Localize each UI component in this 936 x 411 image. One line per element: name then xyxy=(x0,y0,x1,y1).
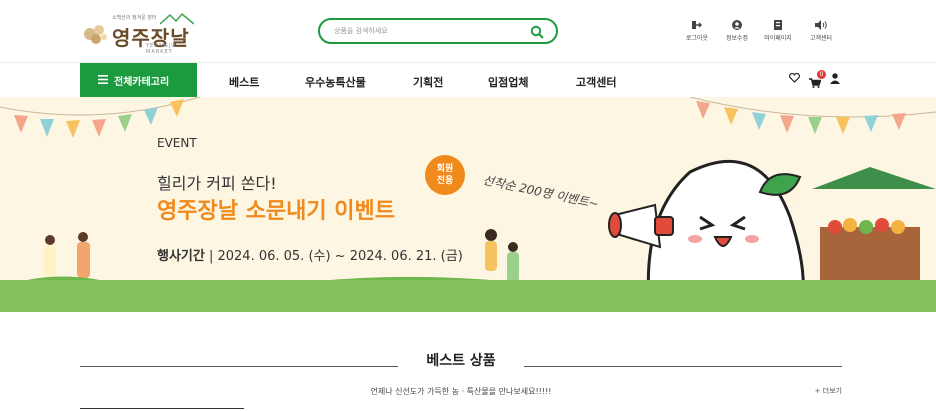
site-logo[interactable]: 소백산의 정겨운 장터 영주장날 YEONGJU MARKET xyxy=(80,10,200,55)
cart-count-badge: 0 xyxy=(817,70,826,79)
top-header: 소백산의 정겨운 장터 영주장날 YEONGJU MARKET 상품을 검색하세… xyxy=(0,0,936,62)
event-banner[interactable]: EVENT 힐리가 커피 쏜다! 영주장날 소문내기 이벤트 행사기간 | 20… xyxy=(0,97,936,312)
nav-item-specialty[interactable]: 우수농특산물 xyxy=(305,74,366,90)
util-label: 로그아웃 xyxy=(685,35,709,42)
user-icon xyxy=(732,20,742,30)
edit-profile-button[interactable]: 정보수정 xyxy=(716,20,758,42)
util-label: 정보수정 xyxy=(725,35,749,42)
hamburger-icon xyxy=(98,75,108,84)
nav-item-customer-center[interactable]: 고객센터 xyxy=(576,74,616,90)
logout-button[interactable]: 로그아웃 xyxy=(676,20,718,42)
main-nav: 전체카테고리 베스트 우수농특산물 기획전 입점업체 고객센터 0 xyxy=(0,62,936,98)
all-categories-label: 전체카테고리 xyxy=(114,77,170,88)
banner-ground xyxy=(0,280,936,312)
banner-event-label: EVENT xyxy=(157,136,197,150)
more-link[interactable]: + 더보기 xyxy=(815,386,842,396)
customer-center-button[interactable]: 고객센터 xyxy=(800,20,842,42)
util-label: 고객센터 xyxy=(809,35,833,42)
logo-mountain-icon xyxy=(160,12,194,25)
section-subtitle: 언제나 신선도가 가득한 농 · 특산물을 만나보세요!!!!! xyxy=(370,387,552,396)
tab-underline xyxy=(80,408,244,409)
mypage-icon xyxy=(774,20,782,30)
period-label: 행사기간 xyxy=(157,249,205,264)
section-title: 베스트 상품 xyxy=(426,353,496,369)
banner-title: 영주장날 소문내기 이벤트 xyxy=(157,199,395,224)
speaker-icon xyxy=(815,20,827,30)
nav-item-best[interactable]: 베스트 xyxy=(229,74,259,90)
cart-button[interactable]: 0 xyxy=(809,70,826,88)
banner-headline: 힐리가 커피 쏜다! xyxy=(157,174,277,193)
util-label: 마이페이지 xyxy=(764,35,792,42)
heart-icon[interactable] xyxy=(789,73,800,83)
logo-tagline: 소백산의 정겨운 장터 xyxy=(112,15,157,21)
search-bar[interactable]: 상품을 검색하세요 xyxy=(318,18,558,44)
title-divider-right xyxy=(524,366,842,367)
nav-item-exhibition[interactable]: 기획전 xyxy=(413,74,443,90)
mypage-button[interactable]: 마이페이지 xyxy=(757,20,799,42)
logout-icon xyxy=(692,21,702,29)
banner-period: 행사기간 | 2024. 06. 05. (수) ~ 2024. 06. 21.… xyxy=(157,245,463,264)
nav-item-vendors[interactable]: 입점업체 xyxy=(488,74,528,90)
period-value: | 2024. 06. 05. (수) ~ 2024. 06. 21. (금) xyxy=(204,249,463,264)
search-icon[interactable] xyxy=(530,25,544,39)
search-input[interactable]: 상품을 검색하세요 xyxy=(334,26,388,36)
all-categories-button[interactable]: 전체카테고리 xyxy=(80,63,197,98)
account-icon[interactable] xyxy=(830,73,840,84)
logo-subtext: YEONGJU MARKET xyxy=(146,43,176,55)
members-only-badge: 회원 전용 xyxy=(425,155,465,195)
logo-mark-icon xyxy=(84,25,107,44)
